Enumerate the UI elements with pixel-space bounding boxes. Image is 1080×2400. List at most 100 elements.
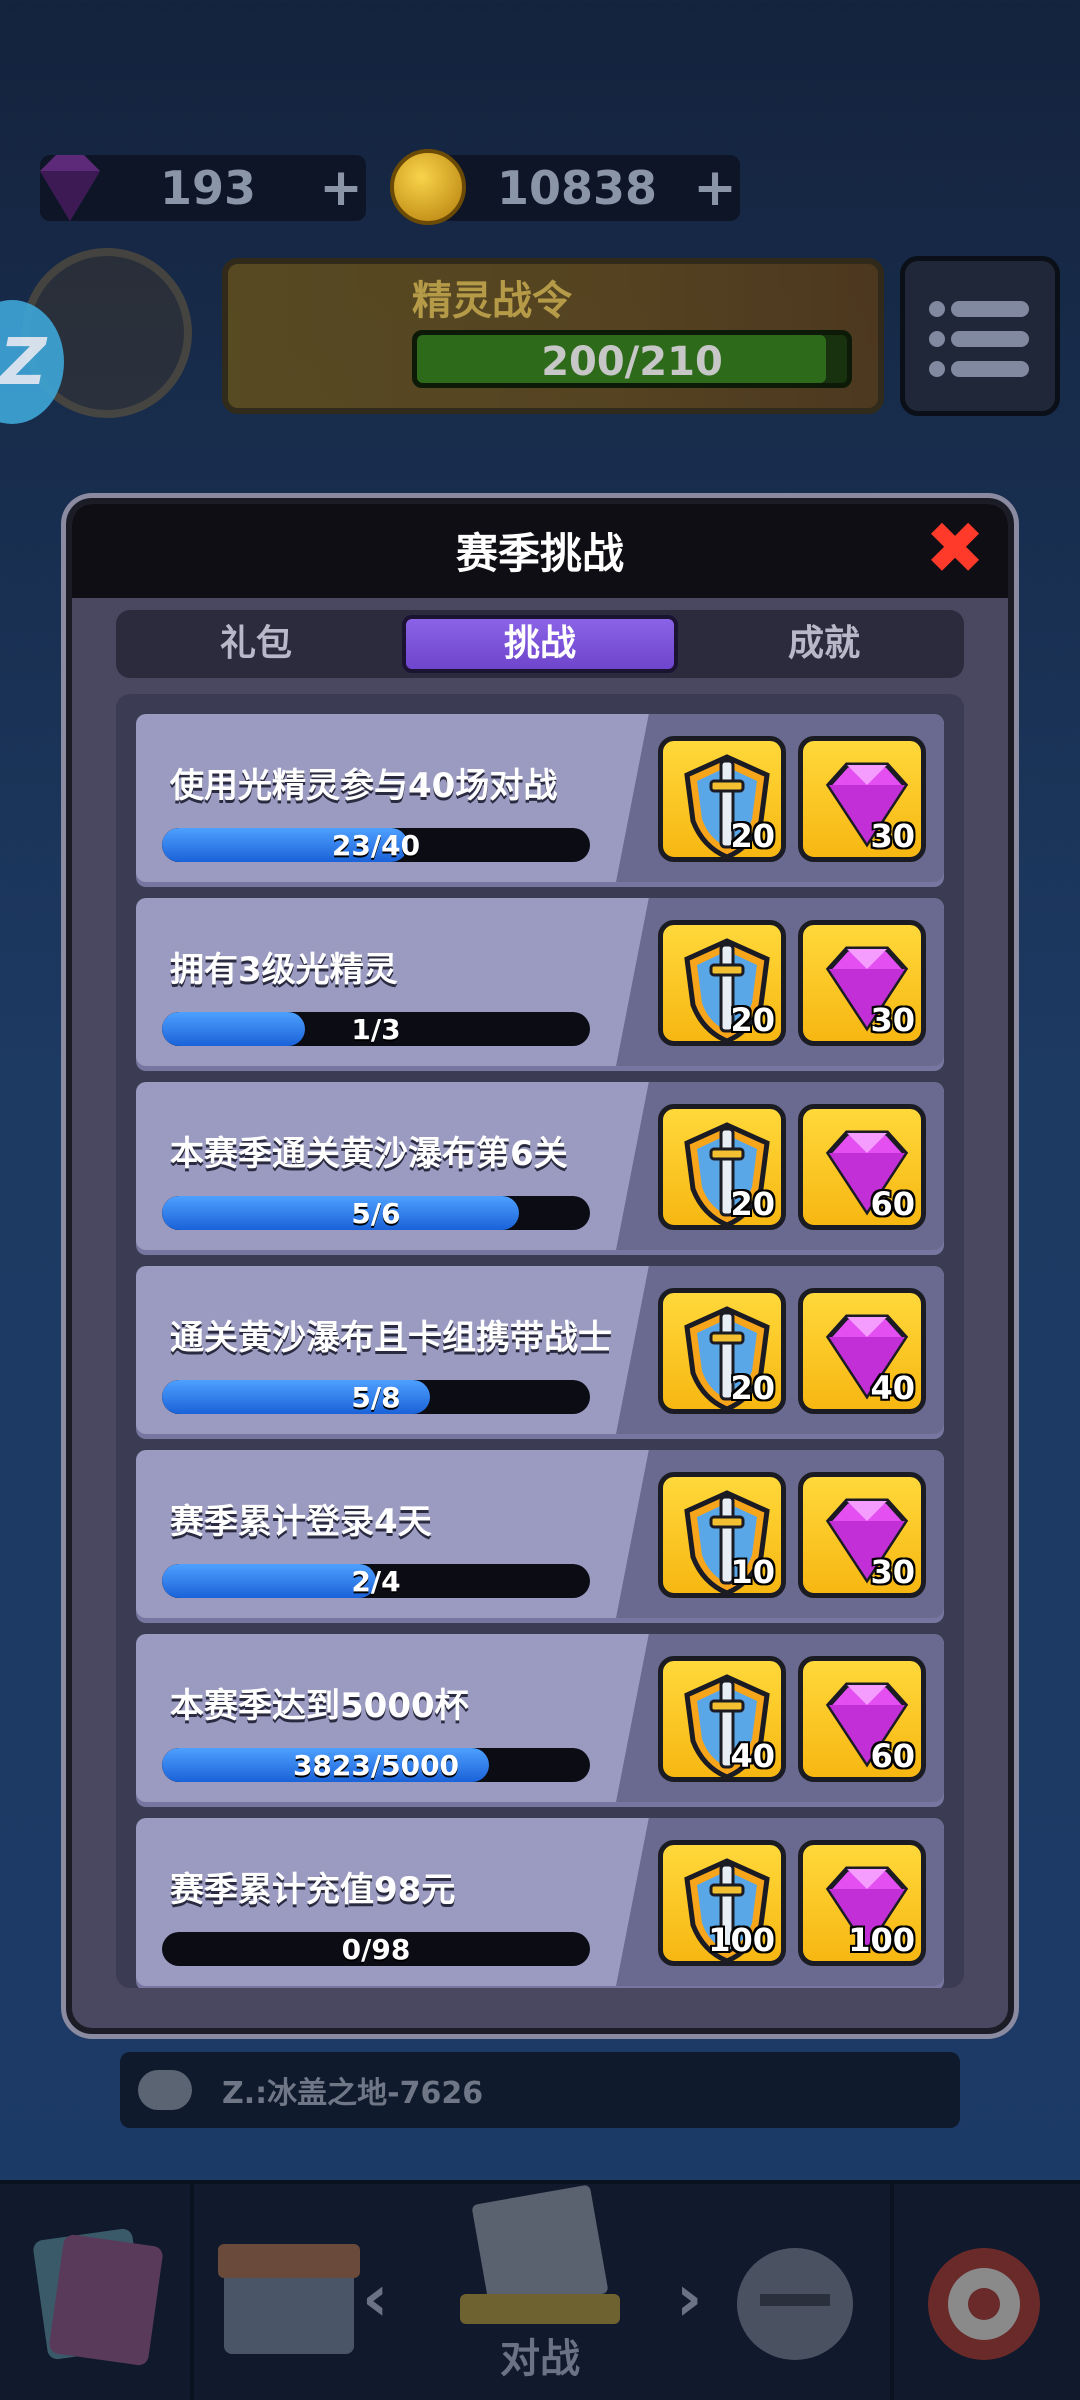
- reward-gems[interactable]: 30: [798, 920, 926, 1046]
- reward-shield[interactable]: 10: [658, 1472, 786, 1598]
- close-button[interactable]: ✖: [920, 512, 990, 586]
- battle-pass-progress: 200/210: [412, 330, 852, 388]
- tab-challenge[interactable]: 挑战: [402, 615, 678, 673]
- reward-gems-amount: 30: [870, 1553, 915, 1591]
- reward-shield[interactable]: 20: [658, 1288, 786, 1414]
- side-badge-label: Z: [0, 326, 47, 400]
- bottom-nav: 对战: [0, 2180, 1080, 2400]
- reward-gems[interactable]: 30: [798, 1472, 926, 1598]
- challenge-progress-text: 5/6: [351, 1197, 401, 1230]
- challenge-progress-bar: 1/3: [162, 1012, 590, 1046]
- shop-icon: [218, 2244, 360, 2354]
- chat-bar[interactable]: Z.:冰盖之地-7626: [120, 2052, 960, 2128]
- menu-button[interactable]: [900, 256, 1060, 416]
- challenge-progress-text: 1/3: [351, 1013, 401, 1046]
- menu-icon: [929, 301, 945, 317]
- challenge-title: 赛季累计登录4天: [170, 1502, 432, 1542]
- nav-cards[interactable]: [0, 2184, 190, 2400]
- reward-shield-amount: 20: [730, 817, 775, 855]
- menu-icon-dot: [929, 361, 945, 377]
- challenge-progress-text: 23/40: [331, 829, 421, 862]
- challenge-progress-text: 3823/5000: [292, 1749, 460, 1782]
- challenge-row: 本赛季达到5000杯 3823/5000 40 60: [136, 1634, 944, 1802]
- tab-achievement[interactable]: 成就: [690, 615, 958, 673]
- challenge-progress-text: 0/98: [341, 1933, 411, 1966]
- reward-shield[interactable]: 20: [658, 1104, 786, 1230]
- reward-shield-amount: 10: [730, 1553, 775, 1591]
- challenge-title: 使用光精灵参与40场对战: [170, 766, 558, 806]
- menu-icon-line: [951, 331, 1029, 347]
- challenge-row: 通关黄沙瀑布且卡组携带战士 5/8 20 40: [136, 1266, 944, 1434]
- reward-shield[interactable]: 40: [658, 1656, 786, 1782]
- challenge-row: 赛季累计充值98元 0/98 100 100: [136, 1818, 944, 1986]
- reward-shield[interactable]: 20: [658, 920, 786, 1046]
- menu-icon-line: [951, 301, 1029, 317]
- tab-bar: 礼包 挑战 成就: [116, 610, 964, 678]
- challenge-title: 通关黄沙瀑布且卡组携带战士: [170, 1318, 612, 1358]
- challenge-progress-bar: 3823/5000: [162, 1748, 590, 1782]
- reward-gems-amount: 60: [870, 1185, 915, 1223]
- add-coins-button[interactable]: +: [690, 158, 740, 218]
- season-challenge-modal: 赛季挑战 ✖ 礼包 挑战 成就 使用光精灵参与40场对战 23/40 20 30…: [66, 498, 1014, 2034]
- battle-pass-title: 精灵战令: [412, 278, 572, 324]
- reward-gems-amount: 40: [870, 1369, 915, 1407]
- reward-gems[interactable]: 60: [798, 1656, 926, 1782]
- reward-gems[interactable]: 60: [798, 1104, 926, 1230]
- reward-gems[interactable]: 30: [798, 736, 926, 862]
- helmet-icon: [737, 2248, 853, 2360]
- modal-header: 赛季挑战 ✖: [72, 504, 1008, 598]
- challenge-title: 本赛季通关黄沙瀑布第6关: [170, 1134, 568, 1174]
- nav-right-arrow[interactable]: ›: [676, 2262, 702, 2336]
- challenge-progress-bar: 23/40: [162, 828, 590, 862]
- challenge-title: 赛季累计充值98元: [170, 1870, 456, 1910]
- chat-text: Z.:冰盖之地-7626: [222, 2076, 484, 2111]
- add-gems-button[interactable]: +: [316, 158, 366, 218]
- tab-gift-pack[interactable]: 礼包: [122, 615, 390, 673]
- menu-icon-dot: [929, 331, 945, 347]
- reward-shield[interactable]: 20: [658, 736, 786, 862]
- challenge-progress-bar: 5/8: [162, 1380, 590, 1414]
- battle-pass-progress-text: 200/210: [541, 339, 723, 385]
- challenge-list[interactable]: 使用光精灵参与40场对战 23/40 20 30 拥有3级光精灵 1/3 20: [116, 694, 964, 1988]
- challenge-row: 使用光精灵参与40场对战 23/40 20 30: [136, 714, 944, 882]
- reward-gems-amount: 100: [848, 1921, 915, 1959]
- cards-icon: [33, 2228, 163, 2366]
- reward-shield-amount: 20: [730, 1001, 775, 1039]
- nav-battle[interactable]: 对战: [420, 2184, 660, 2400]
- target-icon: [928, 2248, 1040, 2360]
- nav-battle-label: 对战: [500, 2336, 580, 2382]
- challenge-progress-bar: 5/6: [162, 1196, 590, 1230]
- reward-gems-amount: 60: [870, 1737, 915, 1775]
- menu-icon-line: [951, 361, 1029, 377]
- challenge-title: 本赛季达到5000杯: [170, 1686, 469, 1726]
- challenge-progress-text: 5/8: [351, 1381, 401, 1414]
- reward-shield-amount: 20: [730, 1185, 775, 1223]
- challenge-row: 拥有3级光精灵 1/3 20 30: [136, 898, 944, 1066]
- nav-shop[interactable]: [194, 2184, 384, 2400]
- challenge-progress-text: 2/4: [351, 1565, 401, 1598]
- coin-counter[interactable]: 10838 +: [390, 149, 740, 225]
- challenge-row: 赛季累计登录4天 2/4 10 30: [136, 1450, 944, 1618]
- reward-gems-amount: 30: [870, 817, 915, 855]
- challenge-progress-bar: 0/98: [162, 1932, 590, 1966]
- gem-icon: [40, 155, 100, 221]
- gem-counter[interactable]: 193 +: [40, 155, 366, 221]
- coin-icon: [390, 149, 466, 225]
- reward-gems-amount: 30: [870, 1001, 915, 1039]
- reward-shield-amount: 20: [730, 1369, 775, 1407]
- chat-icon: [138, 2070, 192, 2110]
- challenge-title: 拥有3级光精灵: [170, 950, 398, 990]
- nav-left-arrow[interactable]: ‹: [362, 2262, 388, 2336]
- reward-shield-amount: 100: [708, 1921, 775, 1959]
- reward-gems[interactable]: 100: [798, 1840, 926, 1966]
- nav-target[interactable]: [894, 2184, 1080, 2400]
- reward-gems[interactable]: 40: [798, 1288, 926, 1414]
- nav-heroes[interactable]: [700, 2184, 890, 2400]
- challenge-row: 本赛季通关黄沙瀑布第6关 5/6 20 60: [136, 1082, 944, 1250]
- reward-shield-amount: 40: [730, 1737, 775, 1775]
- gem-count: 193: [159, 161, 257, 215]
- reward-shield[interactable]: 100: [658, 1840, 786, 1966]
- coin-count: 10838: [496, 161, 658, 215]
- modal-title: 赛季挑战: [455, 529, 624, 578]
- challenge-progress-bar: 2/4: [162, 1564, 590, 1598]
